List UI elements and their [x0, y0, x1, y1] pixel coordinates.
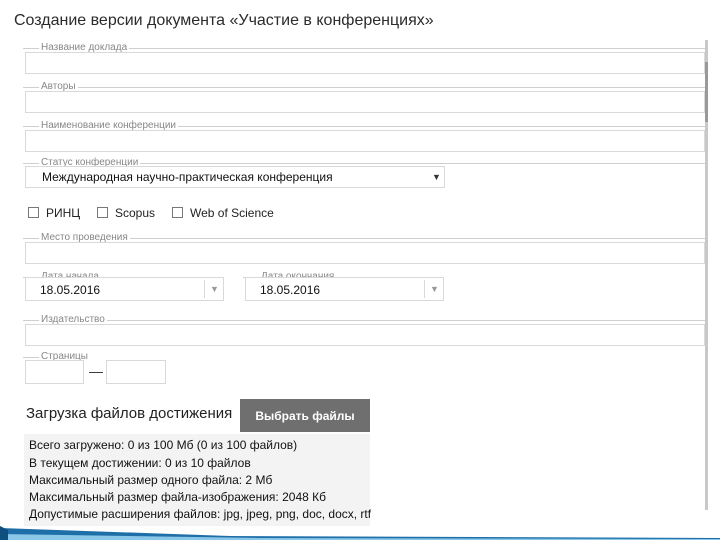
scrollbar-thumb[interactable]	[705, 62, 708, 122]
scopus-label[interactable]: Scopus	[115, 206, 155, 220]
venue-input[interactable]	[25, 242, 705, 264]
authors-fieldset: Авторы	[23, 81, 705, 93]
upload-section-title: Загрузка файлов достижения	[26, 405, 233, 422]
pages-from-input[interactable]	[25, 360, 84, 384]
start-date-picker[interactable]: 18.05.2016 ▼	[25, 277, 224, 301]
end-date-picker[interactable]: 18.05.2016 ▼	[245, 277, 444, 301]
end-date-value: 18.05.2016	[260, 283, 321, 297]
upload-info-panel: Всего загружено: 0 из 100 Мб (0 из 100 ф…	[24, 434, 372, 526]
conference-status-value: Международная научно-практическая конфер…	[42, 170, 333, 184]
venue-fieldset: Место проведения	[23, 232, 705, 244]
report-title-fieldset: Название доклада	[22, 42, 705, 54]
conference-name-fieldset: Наименование конференции	[22, 120, 705, 132]
chevron-down-icon[interactable]: ▼	[430, 284, 439, 294]
choose-files-button[interactable]: Выбрать файлы	[240, 399, 370, 432]
start-date-divider	[204, 280, 205, 298]
authors-input[interactable]	[25, 91, 705, 113]
page-title: Создание версии документа «Участие в кон…	[14, 12, 434, 29]
end-date-divider	[424, 280, 425, 298]
info-total-uploaded: Всего загружено: 0 из 100 Мб (0 из 100 ф…	[29, 438, 298, 452]
footer-accent-left	[0, 526, 8, 540]
publisher-input[interactable]	[25, 324, 705, 346]
wos-label[interactable]: Web of Science	[190, 206, 274, 220]
start-date-value: 18.05.2016	[40, 283, 101, 297]
info-max-file-size: Максимальный размер одного файла: 2 Мб	[29, 473, 273, 487]
rinc-checkbox[interactable]	[28, 207, 39, 218]
chevron-down-icon: ▼	[432, 172, 441, 182]
pages-separator: —	[89, 363, 103, 379]
info-current-achievement: В текущем достижении: 0 из 10 файлов	[29, 456, 251, 470]
rinc-label[interactable]: РИНЦ	[46, 206, 80, 220]
info-max-image-size: Максимальный размер файла-изображения: 2…	[29, 490, 326, 504]
decorative-footer	[0, 526, 720, 540]
report-title-input[interactable]	[25, 52, 705, 74]
conference-status-fieldset: Статус конференции	[22, 157, 705, 169]
conference-status-select[interactable]: Международная научно-практическая конфер…	[25, 166, 445, 188]
scopus-checkbox[interactable]	[97, 207, 108, 218]
pages-fieldset: Страницы	[23, 351, 90, 363]
info-allowed-extensions: Допустимые расширения файлов: jpg, jpeg,…	[29, 507, 372, 521]
pages-to-input[interactable]	[106, 360, 166, 384]
publisher-fieldset: Издательство	[23, 314, 705, 326]
chevron-down-icon[interactable]: ▼	[210, 284, 219, 294]
wos-checkbox[interactable]	[172, 207, 183, 218]
conference-name-input[interactable]	[25, 130, 705, 152]
